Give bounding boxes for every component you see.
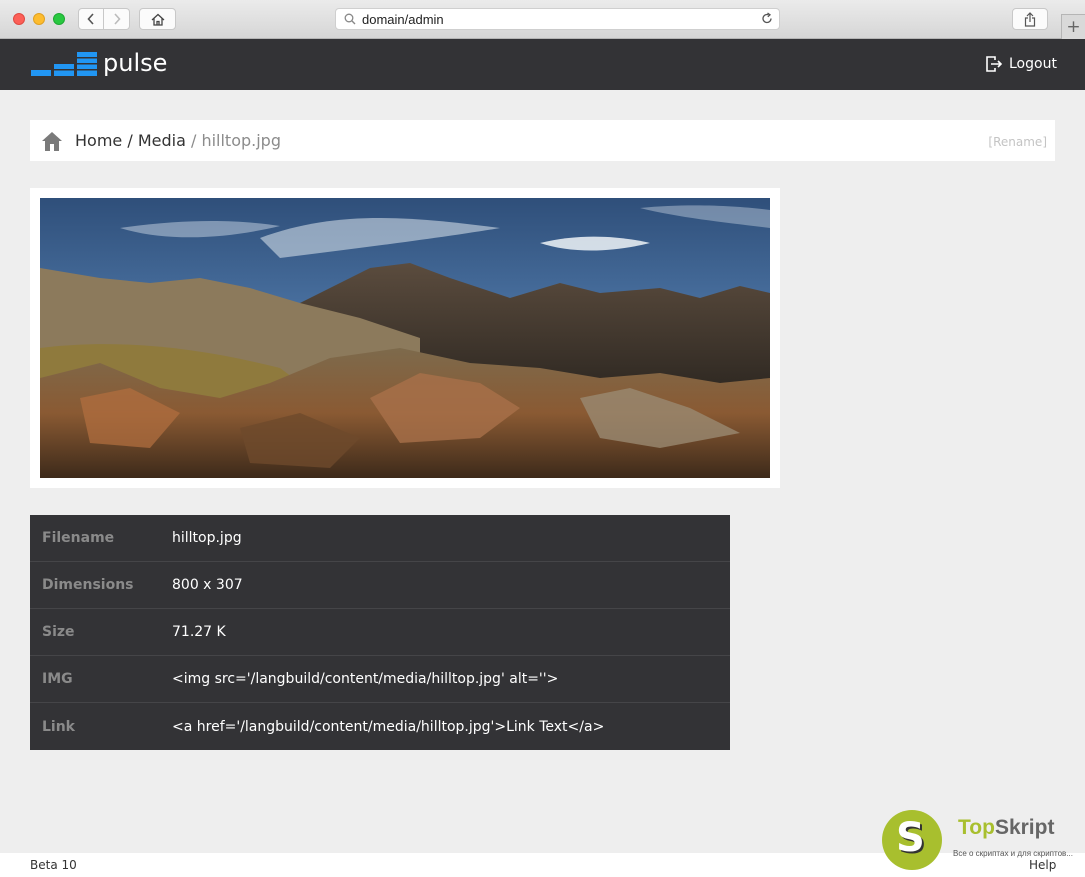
- address-bar[interactable]: domain/admin: [335, 8, 780, 30]
- row-value: 800 x 307: [172, 577, 243, 593]
- minimize-window-button[interactable]: [33, 13, 45, 25]
- table-row: Filename hilltop.jpg: [30, 515, 730, 562]
- browser-toolbar: domain/admin +: [0, 0, 1085, 39]
- chevron-left-icon: [87, 13, 94, 25]
- row-value[interactable]: <a href='/langbuild/content/media/hillto…: [172, 719, 604, 735]
- version-label: Beta 10: [30, 858, 77, 872]
- logo-text[interactable]: pulse: [103, 49, 167, 77]
- new-tab-button[interactable]: +: [1061, 14, 1085, 39]
- row-label: IMG: [42, 671, 73, 687]
- chevron-right-icon: [113, 13, 121, 25]
- watermark-tagline: Все о скриптах и для скриптов...: [953, 849, 1073, 858]
- watermark-badge-icon: S: [882, 810, 942, 870]
- watermark-logo: S TopSkript Все о скриптах и для скрипто…: [882, 808, 1082, 872]
- back-button[interactable]: [78, 8, 104, 30]
- pulse-logo-icon[interactable]: [31, 52, 101, 77]
- row-label: Link: [42, 718, 75, 735]
- watermark-title: TopSkript: [958, 816, 1054, 840]
- breadcrumb-path: Home / Media / hilltop.jpg: [75, 131, 281, 150]
- logout-button[interactable]: Logout: [985, 55, 1057, 73]
- logout-icon: [986, 56, 1003, 72]
- table-row: IMG <img src='/langbuild/content/media/h…: [30, 656, 730, 703]
- file-info-table: Filename hilltop.jpg Dimensions 800 x 30…: [30, 515, 730, 750]
- close-window-button[interactable]: [13, 13, 25, 25]
- row-value: hilltop.jpg: [172, 530, 242, 546]
- url-text: domain/admin: [362, 11, 444, 27]
- row-label: Dimensions: [42, 577, 134, 593]
- home-icon[interactable]: [41, 131, 63, 152]
- reload-icon[interactable]: [761, 12, 773, 29]
- breadcrumb-home-link[interactable]: Home: [75, 131, 122, 150]
- breadcrumb: Home / Media / hilltop.jpg [Rename]: [30, 120, 1055, 161]
- table-row: Size 71.27 K: [30, 609, 730, 656]
- breadcrumb-media-link[interactable]: Media: [138, 131, 186, 150]
- watermark-letter: S: [896, 815, 925, 861]
- logout-label: Logout: [1009, 56, 1057, 72]
- image-preview-panel: [30, 188, 780, 488]
- house-icon: [151, 13, 164, 26]
- media-image: [40, 198, 770, 478]
- watermark-title-b: Skript: [994, 816, 1055, 839]
- breadcrumb-separator: /: [122, 131, 138, 150]
- app-header: pulse Logout: [0, 39, 1085, 90]
- rename-link[interactable]: [Rename]: [988, 135, 1047, 149]
- breadcrumb-separator: /: [185, 131, 202, 150]
- maximize-window-button[interactable]: [53, 13, 65, 25]
- row-value: 71.27 K: [172, 624, 226, 640]
- breadcrumb-current: hilltop.jpg: [201, 131, 281, 150]
- row-label: Size: [42, 624, 75, 640]
- search-icon: [344, 13, 356, 25]
- row-label: Filename: [42, 530, 115, 546]
- watermark-title-a: Top: [958, 816, 995, 839]
- forward-button[interactable]: [104, 8, 130, 30]
- row-value[interactable]: <img src='/langbuild/content/media/hillt…: [172, 671, 558, 687]
- browser-home-button[interactable]: [139, 8, 176, 30]
- share-icon: [1024, 11, 1036, 27]
- table-row: Link <a href='/langbuild/content/media/h…: [30, 703, 730, 750]
- table-row: Dimensions 800 x 307: [30, 562, 730, 609]
- share-button[interactable]: [1012, 8, 1048, 30]
